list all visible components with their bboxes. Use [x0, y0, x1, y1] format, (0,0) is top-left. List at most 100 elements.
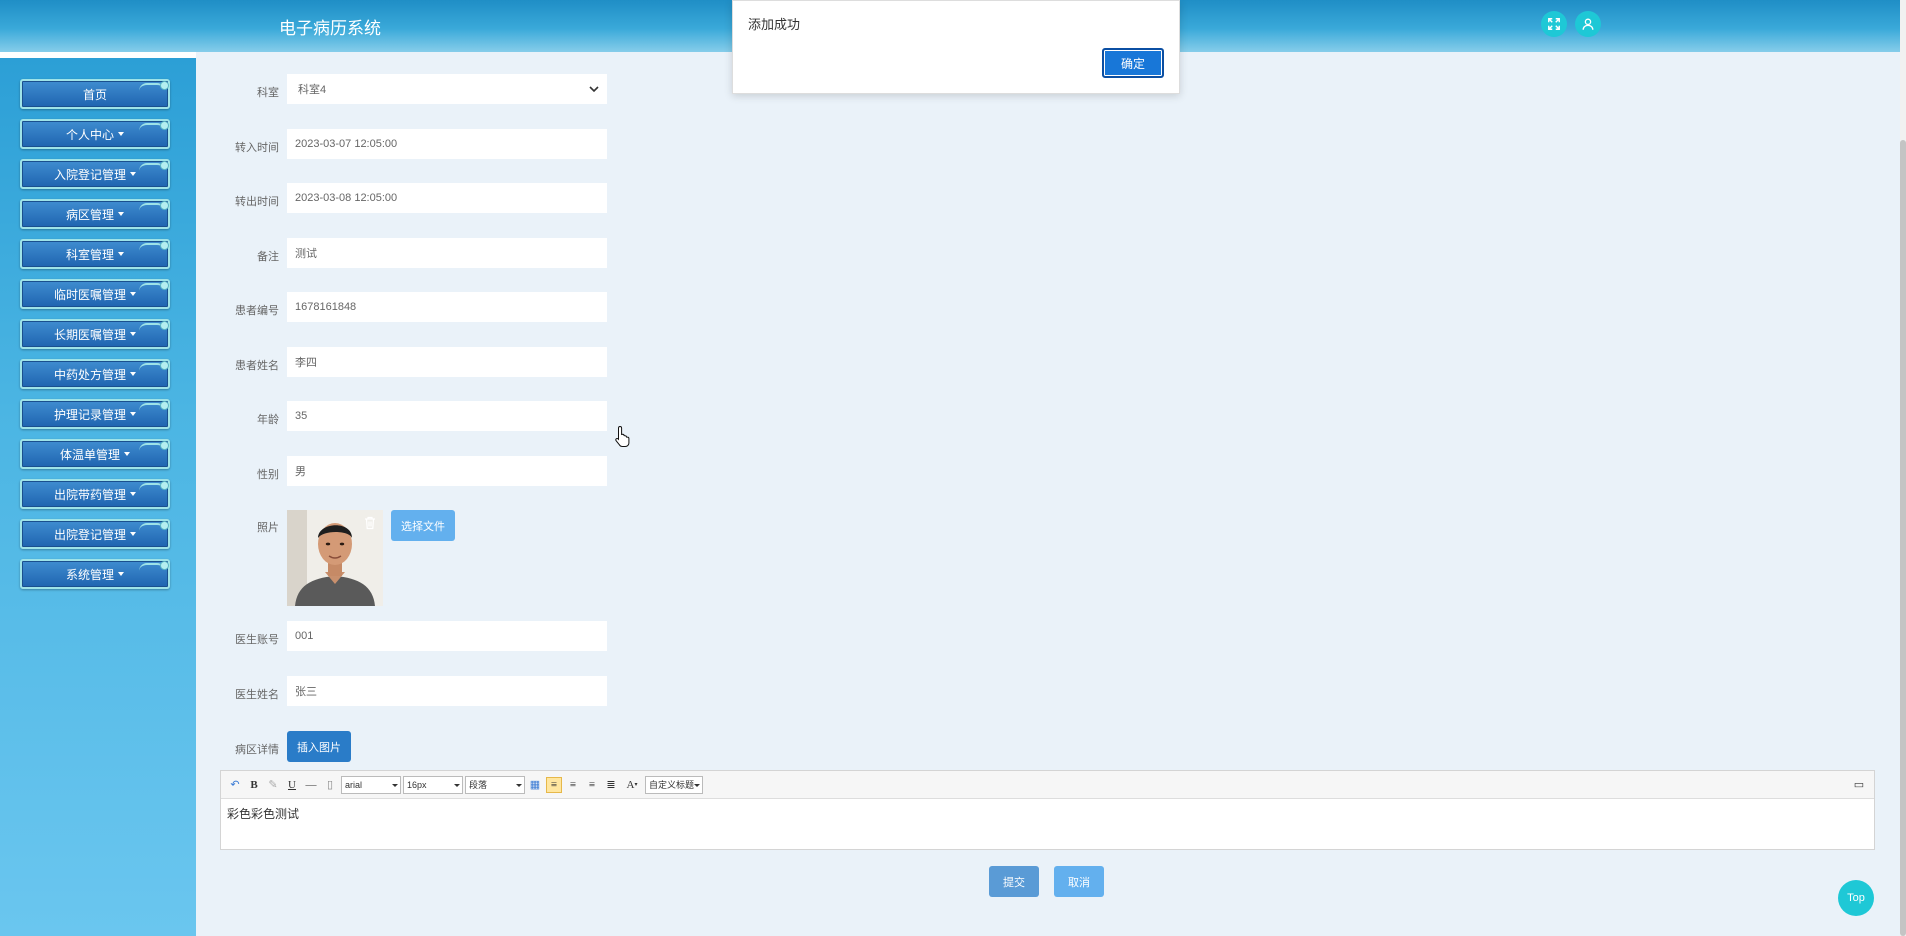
transfer-in-input[interactable]: 2023-03-07 12:05:00 [287, 129, 607, 159]
sidebar-item[interactable]: 入院登记管理 [20, 159, 170, 189]
dialog-message: 添加成功 [748, 17, 801, 32]
ornament-icon [139, 121, 169, 131]
patient-no-input[interactable]: 1678161848 [287, 292, 607, 322]
ornament-dot-icon [160, 201, 169, 210]
underline-icon[interactable]: U [284, 777, 300, 793]
app-title: 电子病历系统 [279, 19, 381, 38]
caret-down-icon [130, 292, 136, 296]
sidebar-item[interactable]: 科室管理 [20, 239, 170, 269]
sidebar-item-label: 个人中心 [65, 127, 114, 142]
hand-cursor-icon [615, 425, 630, 447]
custom-heading-select[interactable]: 自定义标题 [645, 775, 703, 794]
sidebar-item-label: 系统管理 [65, 567, 114, 582]
sidebar-item[interactable]: 护理记录管理 [20, 399, 170, 429]
ornament-icon [139, 321, 169, 331]
caret-down-icon [130, 332, 136, 336]
html-source-icon[interactable]: ▭ [1851, 777, 1867, 793]
ornament-dot-icon [160, 401, 169, 410]
patient-no-label: 患者编号 [235, 305, 279, 317]
insert-image-button[interactable]: 插入图片 [287, 731, 351, 762]
ornament-dot-icon [160, 361, 169, 370]
department-value: 科室4 [298, 84, 327, 96]
sidebar-item-label: 科室管理 [65, 247, 114, 262]
page-icon[interactable]: ▯ [322, 777, 338, 793]
caret-down-icon [130, 492, 136, 496]
ward-detail-label: 病区详情 [235, 744, 279, 756]
transfer-out-input[interactable]: 2023-03-08 12:05:00 [287, 183, 607, 213]
ornament-icon [139, 561, 169, 571]
align-right-icon[interactable]: ≡ [565, 777, 581, 793]
sidebar-item[interactable]: 中药处方管理 [20, 359, 170, 389]
sidebar-item-label: 出院登记管理 [53, 527, 126, 542]
sidebar-item-label: 病区管理 [65, 207, 114, 222]
sidebar-item[interactable]: 长期医嘱管理 [20, 319, 170, 349]
align-justify-icon[interactable]: ≣ [603, 777, 619, 793]
patient-name-label: 患者姓名 [235, 360, 279, 372]
chevron-down-icon [589, 86, 599, 93]
caret-down-icon [130, 172, 136, 176]
sidebar-item[interactable]: 临时医嘱管理 [20, 279, 170, 309]
ornament-dot-icon [160, 481, 169, 490]
sidebar-item[interactable]: 首页 [20, 79, 170, 109]
caret-down-icon [118, 572, 124, 576]
font-color-icon[interactable]: A ▾ [622, 777, 642, 793]
department-label: 科室 [257, 87, 279, 99]
doctor-name-label: 医生姓名 [235, 689, 279, 701]
back-to-top-button[interactable]: Top [1838, 880, 1874, 916]
bold-icon[interactable]: B [246, 777, 262, 793]
ornament-dot-icon [160, 121, 169, 130]
ornament-icon [139, 521, 169, 531]
align-center-icon[interactable]: ≡ [584, 777, 600, 793]
alert-dialog: 添加成功 确定 [732, 0, 1180, 94]
sidebar-item[interactable]: 出院带药管理 [20, 479, 170, 509]
horizontal-rule-icon[interactable]: — [303, 777, 319, 793]
ornament-icon [139, 161, 169, 171]
delete-photo-icon[interactable] [362, 515, 378, 531]
ornament-icon [139, 401, 169, 411]
choose-file-button[interactable]: 选择文件 [391, 510, 455, 541]
sidebar-item[interactable]: 出院登记管理 [20, 519, 170, 549]
patient-name-input[interactable]: 李四 [287, 347, 607, 377]
undo-icon[interactable]: ↶ [227, 777, 243, 793]
gender-input[interactable]: 男 [287, 456, 607, 486]
ornament-dot-icon [160, 281, 169, 290]
sidebar-item[interactable]: 病区管理 [20, 199, 170, 229]
format-painter-icon[interactable]: ✎ [265, 777, 281, 793]
submit-button[interactable]: 提交 [989, 866, 1039, 897]
scrollbar-thumb[interactable] [1900, 140, 1906, 936]
user-icon[interactable] [1575, 11, 1601, 37]
dialog-ok-button[interactable]: 确定 [1102, 48, 1164, 78]
remark-label: 备注 [257, 251, 279, 263]
ornament-dot-icon [160, 321, 169, 330]
font-size-select[interactable]: 16px [403, 775, 463, 794]
ornament-icon [139, 81, 169, 91]
transfer-out-label: 转出时间 [235, 196, 279, 208]
age-input[interactable]: 35 [287, 401, 607, 431]
paragraph-select[interactable]: 段落 [465, 775, 525, 794]
sidebar-item-label: 体温单管理 [59, 447, 120, 462]
gender-label: 性别 [257, 469, 279, 481]
sidebar-item[interactable]: 体温单管理 [20, 439, 170, 469]
doctor-account-input[interactable]: 001 [287, 621, 607, 651]
sidebar-item-label: 临时医嘱管理 [53, 287, 126, 302]
sidebar-item-label: 长期医嘱管理 [53, 327, 126, 342]
expand-icon[interactable] [1541, 11, 1567, 37]
cancel-button[interactable]: 取消 [1054, 866, 1104, 897]
caret-down-icon [118, 132, 124, 136]
sidebar-item-label: 出院带药管理 [53, 487, 126, 502]
align-left-icon[interactable]: ≡ [546, 776, 562, 793]
editor-toolbar: ↶ B ✎ U — ▯ arial 16px 段落 ▦ ≡ ≡ ≡ ≣ A ▾ 自… [221, 771, 1874, 799]
table-icon[interactable]: ▦ [527, 777, 543, 793]
sidebar-item-label: 护理记录管理 [53, 407, 126, 422]
sidebar-item[interactable]: 系统管理 [20, 559, 170, 589]
ornament-icon [139, 441, 169, 451]
remark-input[interactable]: 测试 [287, 238, 607, 268]
sidebar-item[interactable]: 个人中心 [20, 119, 170, 149]
caret-down-icon [130, 372, 136, 376]
ornament-icon [139, 241, 169, 251]
doctor-name-input[interactable]: 张三 [287, 676, 607, 706]
sidebar-item-label: 入院登记管理 [53, 167, 126, 182]
font-family-select[interactable]: arial [341, 775, 401, 794]
department-select[interactable]: 科室4 [287, 74, 607, 104]
editor-content[interactable]: 彩色彩色测试 [221, 799, 1874, 828]
